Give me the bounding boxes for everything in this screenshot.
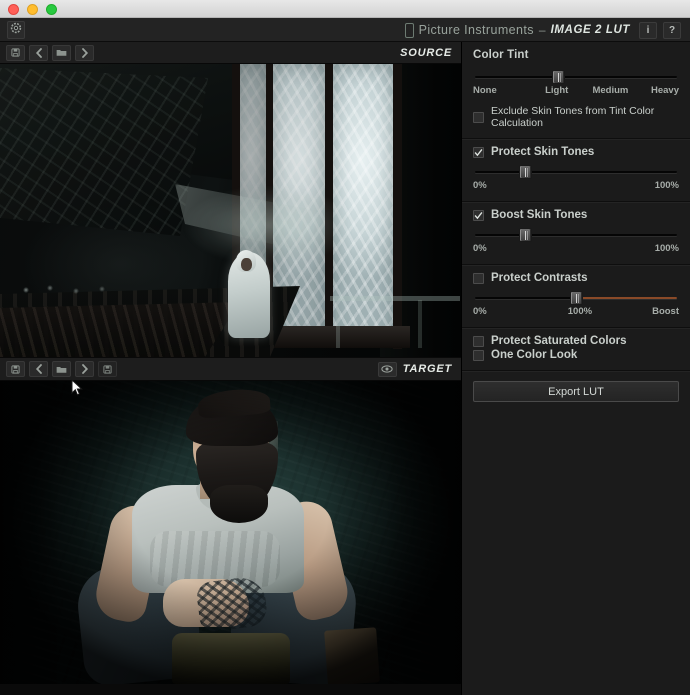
protect-contrasts-row[interactable]: Protect Contrasts: [473, 272, 679, 284]
source-railing-post: [418, 300, 422, 348]
protect-skin-tones-checkbox[interactable]: [473, 146, 484, 158]
settings-button[interactable]: [7, 21, 25, 39]
target-vignette: [0, 381, 461, 684]
slider-boost-range: [582, 297, 677, 299]
close-window-button[interactable]: [8, 4, 19, 15]
protect-contrasts-scale: 0% 100% Boost: [473, 306, 679, 318]
exclude-skin-tones-label: Exclude Skin Tones from Tint Color Calcu…: [491, 105, 655, 129]
boost-skin-tones-scale: 0% 100%: [473, 243, 679, 255]
scale-min: 0%: [473, 306, 487, 317]
one-color-look-row[interactable]: One Color Look: [473, 349, 679, 361]
protect-contrasts-slider[interactable]: [475, 291, 677, 305]
source-open-folder-button[interactable]: [52, 44, 71, 61]
boost-skin-tones-label: Boost Skin Tones: [491, 209, 588, 221]
tick-medium: Medium: [592, 85, 629, 96]
controls-panel: Color Tint None Light Medium Heavy Exclu…: [461, 42, 690, 695]
target-toolbar: TARGET: [0, 357, 461, 381]
minimize-window-button[interactable]: [27, 4, 38, 15]
protect-saturated-colors-checkbox[interactable]: [473, 335, 484, 347]
boost-skin-tones-slider[interactable]: [475, 228, 677, 242]
color-tint-title: Color Tint: [473, 49, 529, 61]
scale-min: 0%: [473, 243, 487, 254]
mouse-cursor: [71, 379, 83, 396]
section-boost-skin-tones: Boost Skin Tones 0% 100%: [462, 202, 690, 265]
logo-icon: [404, 22, 414, 38]
source-label-text: SOURCE: [400, 46, 452, 59]
source-figure-face: [241, 258, 252, 271]
export-lut-button[interactable]: Export LUT: [473, 381, 679, 402]
target-pane-label: TARGET: [377, 358, 452, 380]
target-image[interactable]: [0, 381, 461, 684]
scale-min: 0%: [473, 180, 487, 191]
help-button[interactable]: ?: [663, 22, 681, 39]
protect-skin-tones-scale: 0% 100%: [473, 180, 679, 192]
source-railing: [330, 296, 460, 301]
os-titlebar: [0, 0, 690, 18]
maximize-window-button[interactable]: [46, 4, 57, 15]
source-window-mullion: [393, 64, 402, 349]
app-titlebar: Picture Instruments – IMAGE 2 LUT i ?: [0, 18, 690, 42]
target-open-folder-button[interactable]: [52, 361, 71, 377]
slider-track: [475, 234, 677, 236]
exclude-skin-tones-row[interactable]: Exclude Skin Tones from Tint Color Calcu…: [473, 105, 679, 129]
brand-lockup: Picture Instruments – IMAGE 2 LUT: [404, 18, 630, 42]
color-tint-scale: None Light Medium Heavy: [473, 85, 679, 97]
boost-skin-tones-checkbox[interactable]: [473, 209, 484, 221]
source-previous-button[interactable]: [29, 44, 48, 61]
protect-contrasts-checkbox[interactable]: [473, 272, 484, 284]
tick-none: None: [473, 85, 497, 96]
target-previous-button[interactable]: [29, 361, 48, 377]
application-window: Picture Instruments – IMAGE 2 LUT i ? SO…: [0, 0, 690, 695]
target-label-text: TARGET: [402, 363, 452, 375]
product-name: IMAGE 2 LUT: [550, 24, 630, 36]
scale-max: 100%: [654, 243, 679, 254]
source-background-lights: [18, 280, 138, 314]
section-protect-contrasts: Protect Contrasts 0% 100% Boost: [462, 265, 690, 328]
source-next-button[interactable]: [75, 44, 94, 61]
boost-skin-tones-row[interactable]: Boost Skin Tones: [473, 209, 679, 221]
brand-separator: –: [538, 23, 546, 37]
info-button[interactable]: i: [639, 22, 657, 39]
section-color-tint: Color Tint None Light Medium Heavy Exclu…: [462, 42, 690, 139]
scale-max: Boost: [652, 306, 679, 317]
scale-mid: 100%: [567, 306, 593, 317]
brand-name: Picture Instruments: [418, 23, 534, 37]
source-pane-label: SOURCE: [400, 42, 452, 63]
protect-contrasts-label: Protect Contrasts: [491, 272, 588, 284]
color-tint-slider[interactable]: [475, 70, 677, 84]
one-color-look-label: One Color Look: [491, 349, 578, 361]
one-color-look-checkbox[interactable]: [473, 349, 484, 361]
slider-knob[interactable]: [519, 165, 533, 179]
source-toolbar: SOURCE: [0, 42, 461, 64]
image-workspace: SOURCE TARGET: [0, 42, 461, 695]
tick-light: Light: [545, 85, 569, 96]
section-export: Export LUT: [462, 371, 690, 413]
slider-knob[interactable]: [569, 291, 583, 305]
protect-skin-tones-label: Protect Skin Tones: [491, 146, 595, 158]
slider-knob[interactable]: [551, 70, 565, 84]
exclude-skin-tones-checkbox[interactable]: [473, 111, 484, 123]
gear-icon: [10, 21, 22, 39]
eye-icon: [381, 365, 393, 373]
section-extra-options: Protect Saturated Colors One Color Look: [462, 328, 690, 371]
target-next-button[interactable]: [75, 361, 94, 377]
source-save-preset-button[interactable]: [6, 44, 25, 61]
protect-skin-tones-row[interactable]: Protect Skin Tones: [473, 146, 679, 158]
protect-saturated-colors-label: Protect Saturated Colors: [491, 335, 627, 347]
protect-saturated-colors-row[interactable]: Protect Saturated Colors: [473, 335, 679, 347]
slider-track: [475, 171, 677, 173]
source-railing-post: [336, 300, 340, 348]
protect-skin-tones-slider[interactable]: [475, 165, 677, 179]
slider-knob[interactable]: [519, 228, 533, 242]
slider-track: [475, 76, 677, 78]
target-save-image-button[interactable]: [98, 361, 117, 377]
source-image[interactable]: [0, 64, 461, 357]
scale-max: 100%: [654, 180, 679, 191]
section-protect-skin-tones: Protect Skin Tones 0% 100%: [462, 139, 690, 202]
target-save-preset-button[interactable]: [6, 361, 25, 377]
toggle-preview-button[interactable]: [377, 361, 397, 377]
tick-heavy: Heavy: [651, 85, 679, 96]
